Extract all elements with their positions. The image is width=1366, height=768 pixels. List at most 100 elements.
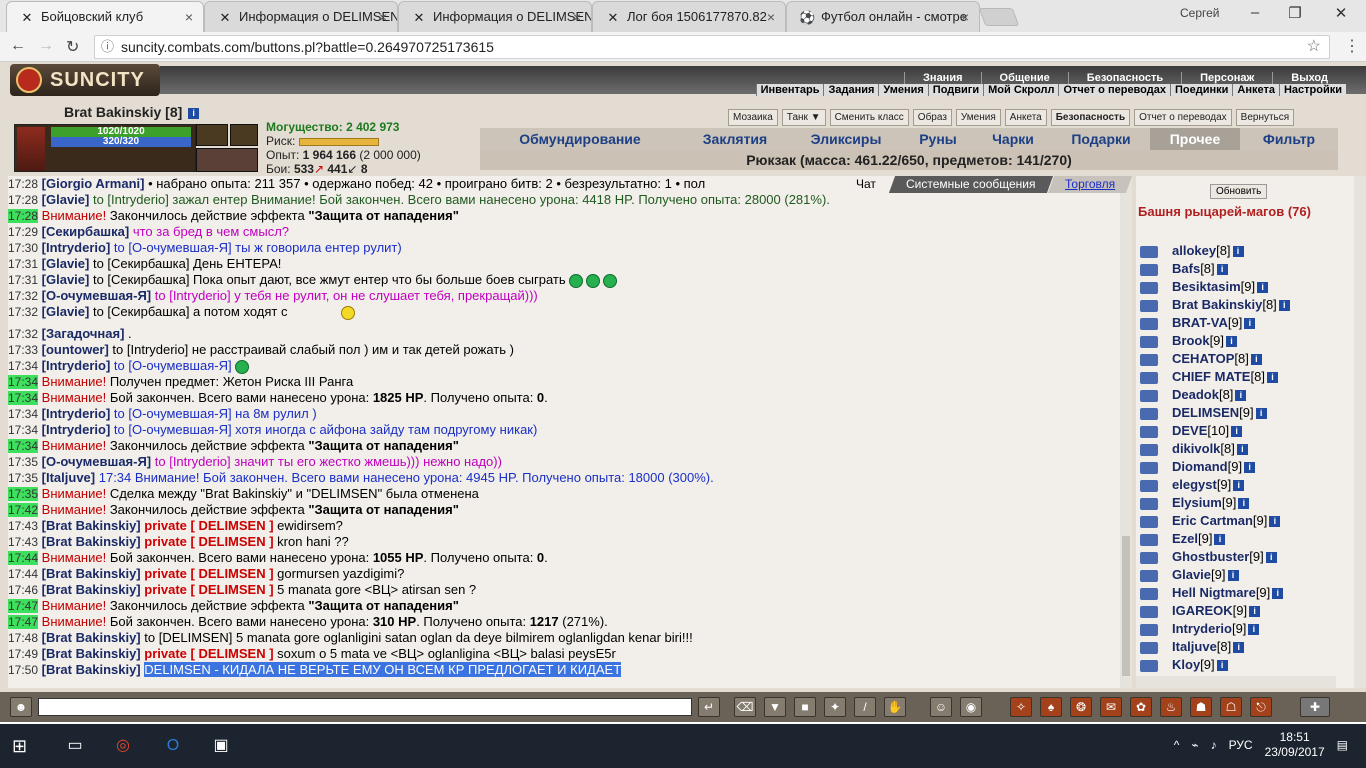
info-icon[interactable]: i <box>1238 498 1250 510</box>
player-row[interactable]: Eric Cartman[9] i <box>1140 512 1354 530</box>
chat-nick[interactable]: [Giorgio Armani] <box>42 176 145 191</box>
player-name[interactable]: elegyst <box>1172 477 1217 492</box>
close-icon[interactable]: × <box>767 2 775 32</box>
forward-icon[interactable]: → <box>38 37 54 55</box>
player-name[interactable]: Brat Bakinskiy <box>1172 297 1262 312</box>
player-row[interactable]: dikivolk[8] i <box>1140 440 1354 458</box>
chat-scrollbar[interactable] <box>1120 176 1132 688</box>
bottle-icon[interactable]: ♠ <box>1040 697 1062 717</box>
close-icon[interactable]: × <box>961 2 969 32</box>
security-button[interactable]: Безопасность <box>1050 109 1131 126</box>
mask-icon[interactable]: ❂ <box>1070 697 1092 717</box>
tab-filter[interactable]: Фильтр <box>1240 128 1338 150</box>
player-name[interactable]: Italjuve <box>1172 639 1217 654</box>
player-row[interactable]: Kloy[9] i <box>1140 656 1354 674</box>
chat-nick[interactable]: [О-очумевшая-Я] <box>42 288 151 303</box>
image-button[interactable]: Образ <box>912 109 952 126</box>
puzzle-icon[interactable]: ✚ <box>1300 697 1330 717</box>
player-row[interactable]: CHIEF MATE[8] i <box>1140 368 1354 386</box>
mosaic-button[interactable]: Мозаика <box>728 109 778 126</box>
browser-tab-3[interactable]: ✕ Информация о DELIMSEN × <box>398 1 592 32</box>
info-icon[interactable]: i <box>1216 660 1228 672</box>
bookmark-star-icon[interactable]: ☆ <box>1307 36 1321 58</box>
player-name[interactable]: Ghostbuster <box>1172 549 1249 564</box>
player-row[interactable]: Deadok[8] i <box>1140 386 1354 404</box>
chat-nick[interactable]: [Intryderio] <box>42 422 111 437</box>
chat-nick[interactable]: [Intryderio] <box>42 358 111 373</box>
info-icon[interactable]: i <box>1233 480 1245 492</box>
player-row[interactable]: Besiktasim[9] i <box>1140 278 1354 296</box>
player-name[interactable]: Brook <box>1172 333 1210 348</box>
info-icon[interactable]: i <box>1232 246 1244 258</box>
player-action-icon[interactable] <box>1140 443 1158 456</box>
player-action-icon[interactable] <box>1140 335 1158 348</box>
tab-equipment[interactable]: Обмундирование <box>480 128 680 150</box>
equipment-slot[interactable] <box>196 148 258 172</box>
player-row[interactable]: Diomand[9] i <box>1140 458 1354 476</box>
player-action-icon[interactable] <box>1140 461 1158 474</box>
player-action-icon[interactable] <box>1140 479 1158 492</box>
browser-tab-4[interactable]: ✕ Лог боя 1506177870.82 × <box>592 1 786 32</box>
info-icon[interactable]: i <box>1214 534 1226 546</box>
player-row[interactable]: CEHATOP[8] i <box>1140 350 1354 368</box>
chat-nick[interactable]: [Glavie] <box>42 256 90 271</box>
player-action-icon[interactable] <box>1140 245 1158 258</box>
player-action-icon[interactable] <box>1140 371 1158 384</box>
info-icon[interactable]: i <box>1233 642 1245 654</box>
profile-name[interactable]: Сергей <box>1180 6 1220 20</box>
private-tag[interactable]: private [ DELIMSEN ] <box>144 518 273 533</box>
info-icon[interactable]: i <box>1269 516 1281 528</box>
player-name[interactable]: CEHATOP <box>1172 351 1234 366</box>
player-row[interactable]: Ghostbuster[9] i <box>1140 548 1354 566</box>
chat-nick[interactable]: [Glavie] <box>42 272 90 287</box>
sub-link[interactable]: Умения <box>878 84 928 96</box>
browser-tab-5[interactable]: ⚽ Футбол онлайн - смотре × <box>786 1 980 32</box>
minimize-icon[interactable]: – <box>1240 4 1270 21</box>
private-tag[interactable]: private [ DELIMSEN ] <box>144 566 273 581</box>
player-action-icon[interactable] <box>1140 551 1158 564</box>
player-name[interactable]: Intryderio <box>1172 621 1232 636</box>
player-name[interactable]: DELIMSEN <box>1172 405 1239 420</box>
info-icon[interactable]: i <box>1227 570 1239 582</box>
player-name[interactable]: Ezel <box>1172 531 1198 546</box>
browser-tab-1[interactable]: ✕ Бойцовский клуб × <box>6 1 204 32</box>
chat-nick[interactable]: [Intryderio] <box>42 406 111 421</box>
network-icon[interactable]: ⌁ <box>1191 738 1198 752</box>
tab-elixirs[interactable]: Эликсиры <box>790 128 902 150</box>
chat-nick[interactable]: [Brat Bakinskiy] <box>42 582 141 597</box>
skills-button[interactable]: Умения <box>955 109 1001 126</box>
player-action-icon[interactable] <box>1140 425 1158 438</box>
outlook-icon[interactable]: O <box>158 732 188 760</box>
player-row[interactable]: Brat Bakinskiy[8] i <box>1140 296 1354 314</box>
sword-icon[interactable]: / <box>854 697 876 717</box>
equipment-slot[interactable] <box>230 124 258 146</box>
player-row[interactable]: Glavie[9] i <box>1140 566 1354 584</box>
profile-button[interactable]: Анкета <box>1004 109 1047 126</box>
info-icon[interactable]: i <box>1236 444 1248 456</box>
hand-icon[interactable]: ✋ <box>884 697 906 717</box>
player-action-icon[interactable] <box>1140 623 1158 636</box>
tab-chat[interactable]: Чат <box>838 176 893 193</box>
chat-nick[interactable]: [Brat Bakinskiy] <box>42 646 141 661</box>
avatar[interactable]: 1020/1020 320/320 <box>14 124 196 172</box>
chat-nick[interactable]: [Glavie] <box>42 192 90 207</box>
transfers-report-button[interactable]: Отчет о переводах <box>1134 109 1232 126</box>
player-name[interactable]: Hell Nigtmare <box>1172 585 1256 600</box>
info-icon[interactable]: i <box>1235 390 1247 402</box>
info-icon[interactable]: i <box>1216 264 1228 276</box>
back-icon[interactable]: ← <box>10 37 26 55</box>
filter-icon[interactable]: ▼ <box>764 697 786 717</box>
top-link-character[interactable]: Персонаж <box>1181 72 1272 84</box>
info-icon[interactable]: i <box>1255 408 1267 420</box>
smile-icon[interactable]: ☺ <box>930 697 952 717</box>
player-row[interactable]: DELIMSEN[9] i <box>1140 404 1354 422</box>
tab-gifts[interactable]: Подарки <box>1052 128 1150 150</box>
player-name[interactable]: allokey <box>1172 243 1216 258</box>
player-row[interactable]: elegyst[9] i <box>1140 476 1354 494</box>
sub-link[interactable]: Подвиги <box>927 84 984 96</box>
tab-runes[interactable]: Руны <box>902 128 974 150</box>
chat-nick[interactable]: [ountower] <box>42 342 109 357</box>
tab-spells[interactable]: Заклятия <box>680 128 790 150</box>
player-name[interactable]: DEVE <box>1172 423 1207 438</box>
terminal-icon[interactable]: ▣ <box>206 732 236 760</box>
